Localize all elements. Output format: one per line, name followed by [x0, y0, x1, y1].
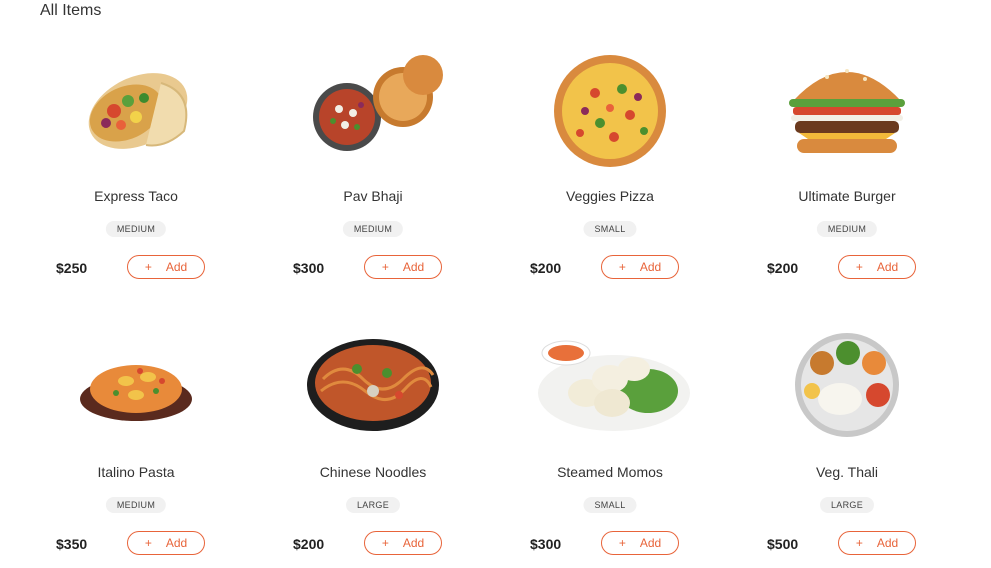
- size-badge: MEDIUM: [816, 221, 878, 237]
- item-name: Veggies Pizza: [566, 188, 654, 204]
- plus-icon: +: [381, 260, 389, 274]
- menu-item-card: Steamed Momos SMALL $300 + Add: [510, 329, 710, 568]
- add-button-label: Add: [639, 260, 662, 274]
- plus-icon: +: [144, 260, 152, 274]
- plus-icon: +: [618, 536, 626, 550]
- item-price: $350: [56, 536, 88, 552]
- add-to-cart-button[interactable]: + Add: [127, 531, 205, 555]
- add-to-cart-button[interactable]: + Add: [601, 531, 679, 555]
- size-badge: LARGE: [345, 497, 401, 513]
- item-price: $200: [530, 260, 562, 276]
- item-name: Ultimate Burger: [798, 188, 896, 204]
- noodles-image: [273, 329, 473, 454]
- plus-icon: +: [381, 536, 389, 550]
- plus-icon: +: [855, 536, 863, 550]
- menu-item-card: Pav Bhaji MEDIUM $300 + Add: [273, 53, 473, 303]
- size-badge: SMALL: [583, 497, 637, 513]
- momos-image: [510, 329, 710, 454]
- menu-item-card: Chinese Noodles LARGE $200 + Add: [273, 329, 473, 568]
- item-name: Veg. Thali: [815, 464, 878, 480]
- size-badge: SMALL: [583, 221, 637, 237]
- plus-icon: +: [618, 260, 626, 274]
- thali-image: [747, 329, 947, 454]
- size-badge: MEDIUM: [105, 221, 167, 237]
- pasta-image: [36, 329, 236, 454]
- item-name: Italino Pasta: [97, 464, 175, 480]
- pizza-image: [510, 53, 710, 178]
- item-price: $300: [530, 536, 562, 552]
- item-name: Steamed Momos: [557, 464, 663, 480]
- item-price: $200: [293, 536, 325, 552]
- add-to-cart-button[interactable]: + Add: [127, 255, 205, 279]
- add-button-label: Add: [165, 260, 188, 274]
- size-badge: LARGE: [819, 497, 875, 513]
- menu-item-card: Express Taco MEDIUM $250 + Add: [36, 53, 236, 303]
- add-to-cart-button[interactable]: + Add: [601, 255, 679, 279]
- taco-image: [36, 53, 236, 178]
- item-price: $250: [56, 260, 88, 276]
- menu-item-card: Ultimate Burger MEDIUM $200 + Add: [747, 53, 947, 303]
- menu-page: All Items Express Taco MEDIUM $250 + Add: [0, 0, 991, 568]
- menu-item-card: Veg. Thali LARGE $500 + Add: [747, 329, 947, 568]
- add-button-label: Add: [402, 536, 425, 550]
- add-to-cart-button[interactable]: + Add: [838, 255, 916, 279]
- add-to-cart-button[interactable]: + Add: [364, 255, 442, 279]
- item-name: Pav Bhaji: [343, 188, 403, 204]
- pav-bhaji-image: [273, 53, 473, 178]
- size-badge: MEDIUM: [342, 221, 404, 237]
- menu-item-card: Italino Pasta MEDIUM $350 + Add: [36, 329, 236, 568]
- add-button-label: Add: [876, 260, 899, 274]
- add-button-label: Add: [402, 260, 425, 274]
- item-name: Express Taco: [94, 188, 178, 204]
- item-price: $300: [293, 260, 325, 276]
- plus-icon: +: [144, 536, 152, 550]
- plus-icon: +: [855, 260, 863, 274]
- burger-image: [747, 53, 947, 178]
- add-to-cart-button[interactable]: + Add: [364, 531, 442, 555]
- add-to-cart-button[interactable]: + Add: [838, 531, 916, 555]
- item-price: $500: [767, 536, 799, 552]
- item-name: Chinese Noodles: [319, 464, 427, 480]
- section-title: All Items: [40, 2, 102, 19]
- size-badge: MEDIUM: [105, 497, 167, 513]
- add-button-label: Add: [639, 536, 662, 550]
- menu-item-card: Veggies Pizza SMALL $200 + Add: [510, 53, 710, 303]
- add-button-label: Add: [876, 536, 899, 550]
- add-button-label: Add: [165, 536, 188, 550]
- item-price: $200: [767, 260, 799, 276]
